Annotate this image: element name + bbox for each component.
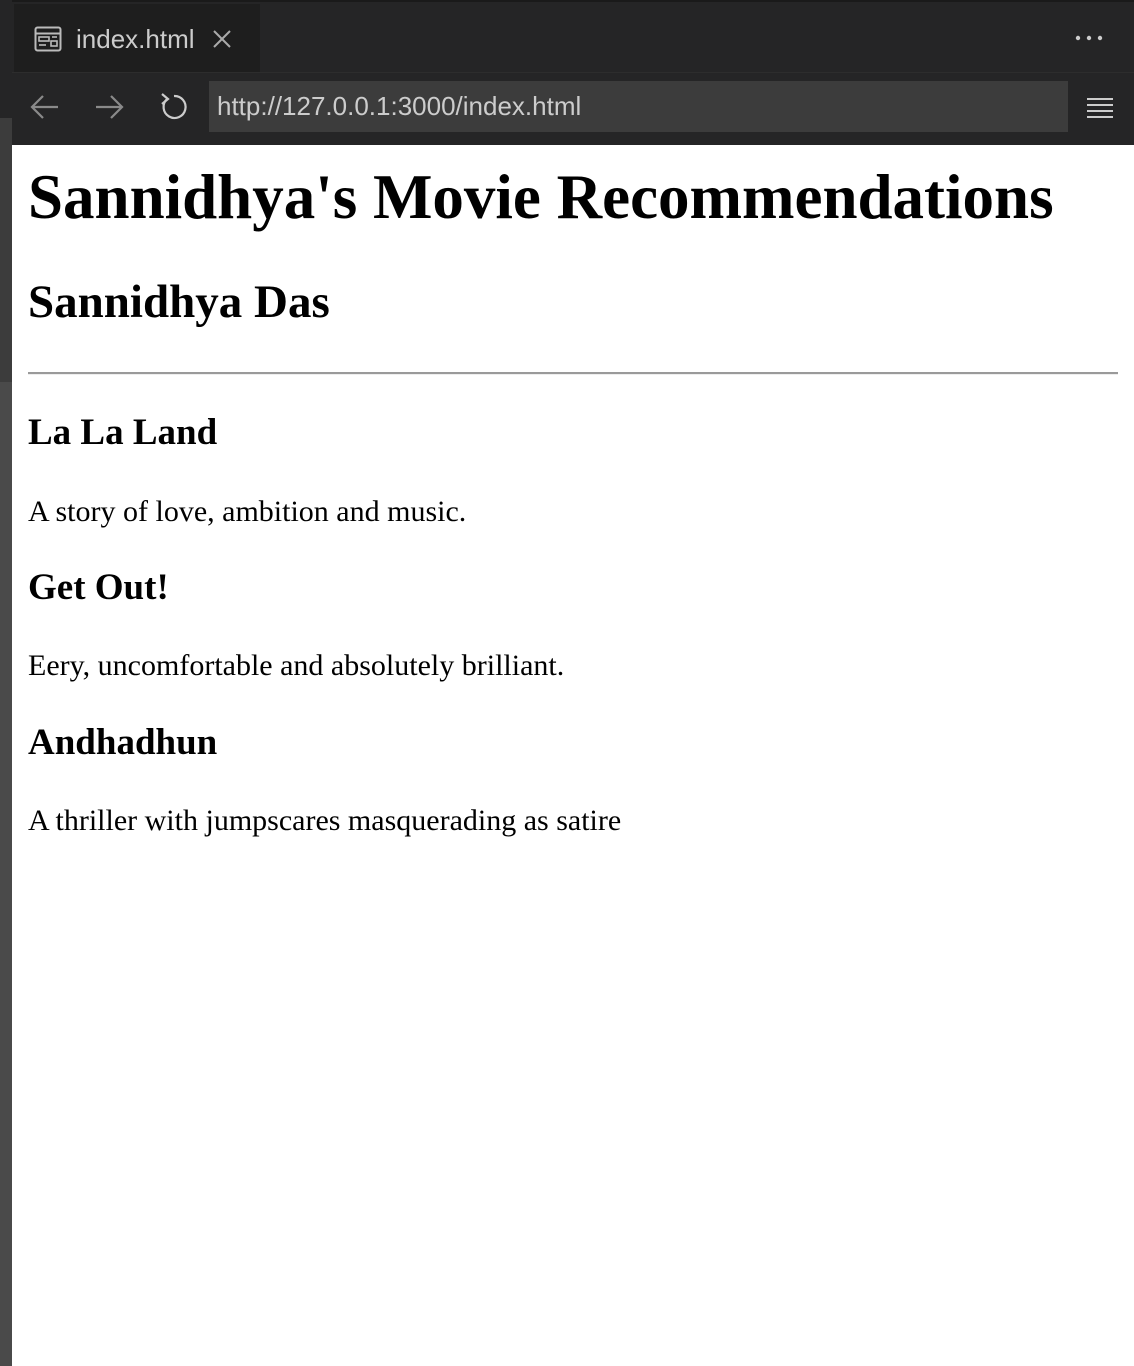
reload-icon[interactable] [157, 90, 191, 124]
movie-title: Get Out! [28, 567, 169, 608]
movie-title: La La Land [28, 412, 218, 453]
gutter-top [0, 0, 12, 118]
url-text: http://127.0.0.1:3000/index.html [217, 91, 582, 121]
arrow-right-icon[interactable] [92, 90, 126, 124]
movie-description: A thriller with jumpscares masquerading … [28, 804, 622, 837]
hamburger-menu-icon[interactable] [1084, 93, 1116, 125]
more-horizontal-icon[interactable] [1074, 22, 1104, 52]
author-name: Sannidhya Das [28, 276, 330, 328]
tab-label: index.html [76, 23, 195, 54]
movie-title: Andhadhun [28, 722, 218, 763]
preview-icon [34, 26, 62, 52]
page-title: Sannidhya's Movie Recommendations [28, 162, 1054, 232]
page-viewport: Sannidhya's Movie Recommendations Sannid… [12, 145, 1134, 1366]
movie-description: Eery, uncomfortable and absolutely brill… [28, 649, 565, 682]
close-icon[interactable] [211, 28, 233, 50]
browser-toolbar: http://127.0.0.1:3000/index.html [12, 72, 1134, 145]
arrow-left-icon[interactable] [28, 90, 62, 124]
address-bar[interactable]: http://127.0.0.1:3000/index.html [209, 81, 1068, 132]
tab-strip: index.html [12, 0, 1134, 74]
divider [28, 372, 1118, 375]
gutter-bottom [0, 382, 12, 1366]
tab-index-html[interactable]: index.html [14, 4, 260, 74]
editor-left-gutter [0, 0, 12, 1366]
movie-description: A story of love, ambition and music. [28, 495, 467, 528]
